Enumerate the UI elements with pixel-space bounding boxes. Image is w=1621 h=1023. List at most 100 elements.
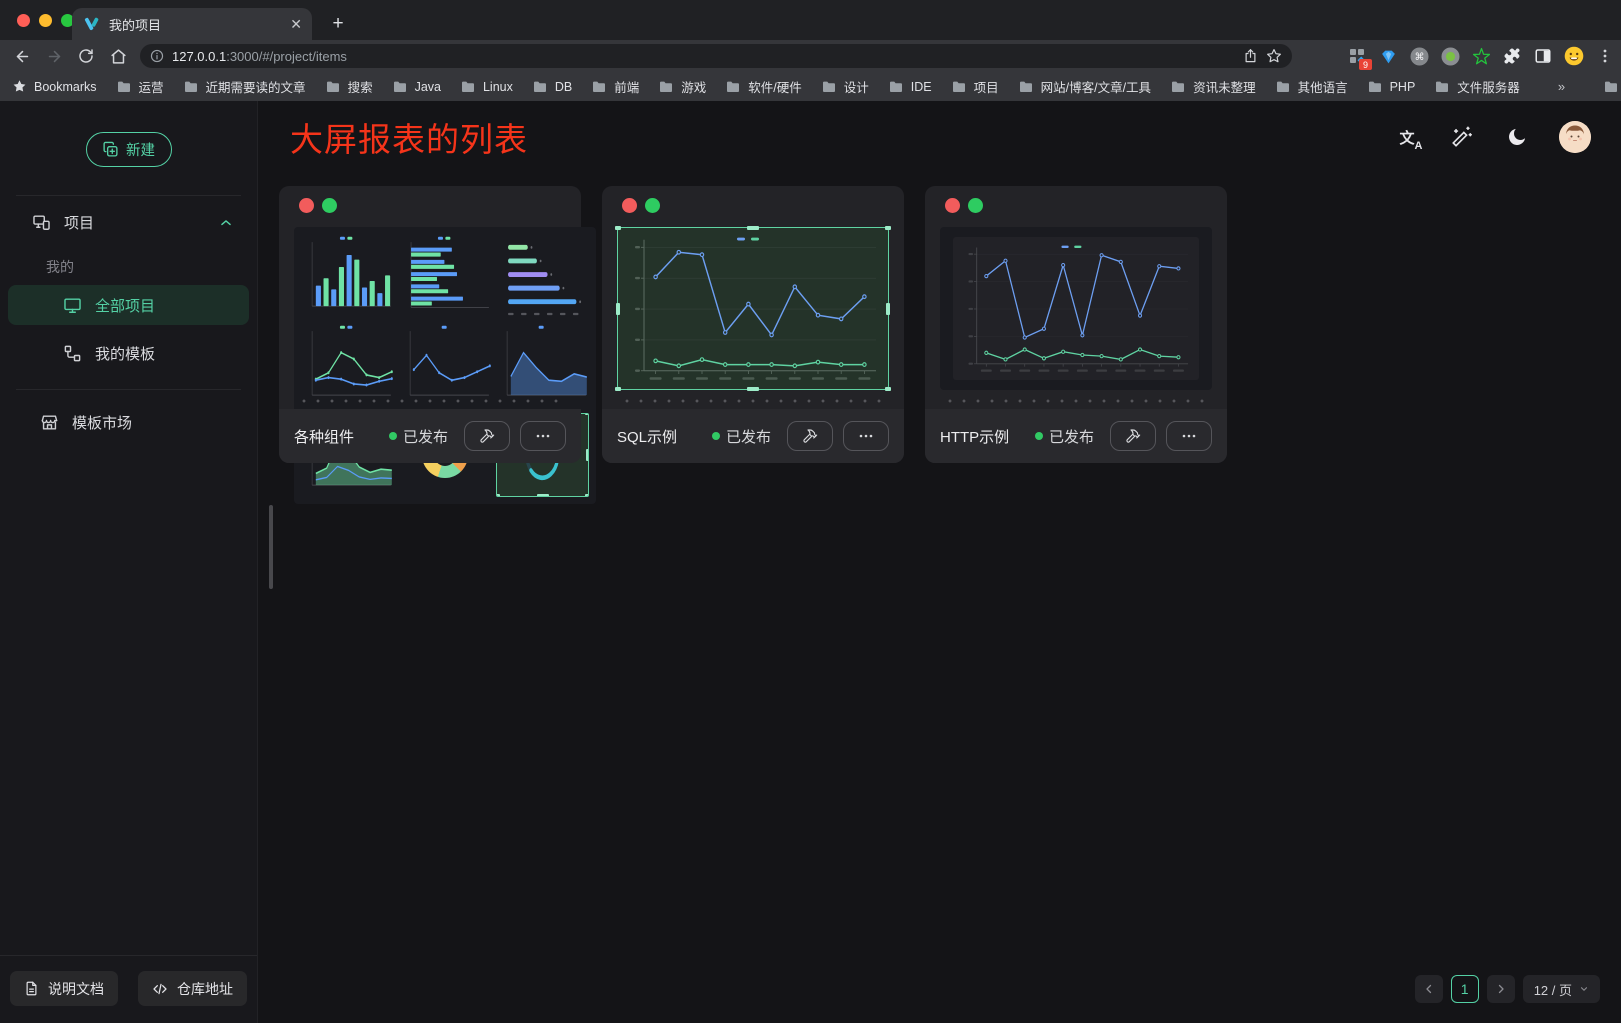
status-dot bbox=[389, 432, 397, 440]
reload-button[interactable] bbox=[72, 42, 100, 70]
bookmark-folder[interactable]: 项目 bbox=[951, 77, 999, 96]
minimize-window-button[interactable] bbox=[39, 14, 52, 27]
url-bar[interactable]: 127.0.0.1:3000/#/project/items bbox=[140, 44, 1292, 68]
share-icon[interactable] bbox=[1243, 48, 1258, 64]
docs-button[interactable]: 说明文档 bbox=[10, 971, 118, 1006]
browser-tab[interactable]: 我的项目 ✕ bbox=[72, 8, 312, 40]
bookmark-folder[interactable]: 资讯未整理 bbox=[1170, 77, 1256, 96]
sidebar-item-my-templates[interactable]: 我的模板 bbox=[8, 333, 249, 373]
sidebar-my-label: 我的 bbox=[46, 257, 257, 277]
bookmark-folder[interactable]: 前端 bbox=[591, 77, 639, 96]
page-size-select[interactable]: 12 / 页 bbox=[1523, 975, 1600, 1003]
sidebar-items: 全部项目我的模板 bbox=[0, 285, 257, 373]
folder-icon bbox=[821, 79, 837, 95]
home-button[interactable] bbox=[104, 42, 132, 70]
bookmark-folder[interactable]: Linux bbox=[460, 77, 513, 96]
selection-handle[interactable] bbox=[747, 226, 759, 230]
other-bookmarks[interactable]: 其他书签 bbox=[1603, 77, 1621, 96]
dark-mode-button[interactable] bbox=[1504, 124, 1530, 150]
bookmark-folder[interactable]: 游戏 bbox=[658, 77, 706, 96]
bookmark-folder[interactable]: DB bbox=[532, 77, 572, 96]
selection-handle[interactable] bbox=[747, 387, 759, 391]
forward-button[interactable] bbox=[40, 42, 68, 70]
language-toggle-button[interactable]: 文A bbox=[1394, 124, 1420, 150]
sidebar-item-template-market[interactable]: 模板市场 bbox=[8, 402, 249, 442]
bookmark-folder[interactable]: 搜索 bbox=[325, 77, 373, 96]
bookmark-folder[interactable]: IDE bbox=[888, 77, 932, 96]
scrollbar-thumb[interactable] bbox=[269, 505, 273, 589]
folder-icon bbox=[532, 79, 548, 95]
bookmark-folder[interactable]: Java bbox=[392, 77, 441, 96]
folder-icon bbox=[725, 79, 741, 95]
recorder-extension-icon[interactable] bbox=[1440, 46, 1460, 66]
bookmark-folder[interactable]: 近期需要读的文章 bbox=[183, 77, 306, 96]
browser-menu-icon[interactable] bbox=[1595, 46, 1615, 66]
bookmarks-bar: Bookmarks 运营 近期需要读的文章 搜索 Java Linux DB 前… bbox=[0, 72, 1621, 101]
extensions-puzzle-icon[interactable] bbox=[1502, 46, 1522, 66]
next-page-button[interactable] bbox=[1487, 975, 1515, 1003]
translate-icon: 文A bbox=[1399, 127, 1414, 148]
scripts-extension-icon[interactable]: 9 bbox=[1347, 46, 1367, 66]
prev-page-button[interactable] bbox=[1415, 975, 1443, 1003]
bookmark-folder[interactable]: 软件/硬件 bbox=[725, 77, 801, 96]
gem-extension-icon[interactable] bbox=[1378, 46, 1398, 66]
bookmarks-overflow-chevron[interactable]: » bbox=[1558, 79, 1565, 94]
bookmark-folder[interactable]: PHP bbox=[1367, 77, 1416, 96]
bookmark-folder[interactable]: 文件服务器 bbox=[1434, 77, 1520, 96]
more-button[interactable] bbox=[843, 421, 889, 451]
selection-handle[interactable] bbox=[615, 226, 621, 230]
selection-handle[interactable] bbox=[616, 303, 620, 315]
project-card-list: 25.00% 各种组件 已发布 SQL示例 已发布 bbox=[279, 186, 1621, 463]
document-icon bbox=[24, 981, 39, 996]
selection-handle[interactable] bbox=[886, 303, 890, 315]
bookmarks-root[interactable]: Bookmarks bbox=[12, 79, 97, 94]
monitor-icon bbox=[63, 296, 82, 315]
bookmark-folder[interactable]: 运营 bbox=[116, 77, 164, 96]
bookmark-folder-list: 运营 近期需要读的文章 搜索 Java Linux DB 前端 游戏 软件/硬件… bbox=[116, 77, 1520, 96]
selection-handle[interactable] bbox=[615, 387, 621, 391]
more-button[interactable] bbox=[520, 421, 566, 451]
vue-devtools-star-icon[interactable] bbox=[1471, 46, 1491, 66]
project-card[interactable]: 25.00% 各种组件 已发布 bbox=[279, 186, 581, 463]
mini-chart-hgrad bbox=[496, 234, 589, 318]
selection-handle[interactable] bbox=[885, 387, 891, 391]
moon-icon bbox=[1506, 126, 1528, 148]
card-dots bbox=[945, 198, 983, 213]
repo-button[interactable]: 仓库地址 bbox=[138, 971, 247, 1006]
close-window-button[interactable] bbox=[17, 14, 30, 27]
edit-button[interactable] bbox=[1110, 421, 1156, 451]
selection-handle[interactable] bbox=[885, 226, 891, 230]
site-info-icon[interactable] bbox=[150, 49, 164, 63]
bookmark-folder-label: 设计 bbox=[844, 77, 869, 96]
project-card[interactable]: SQL示例 已发布 bbox=[602, 186, 904, 463]
status-dot bbox=[1035, 432, 1043, 440]
sidebar-group-project[interactable]: 项目 bbox=[32, 212, 233, 233]
profile-avatar-icon[interactable] bbox=[1564, 46, 1584, 66]
bookmark-folder-label: IDE bbox=[911, 80, 932, 94]
page-number-button[interactable]: 1 bbox=[1451, 975, 1479, 1003]
edit-button[interactable] bbox=[464, 421, 510, 451]
back-button[interactable] bbox=[8, 42, 36, 70]
tab-close-icon[interactable]: ✕ bbox=[290, 17, 302, 31]
pagination: 1 12 / 页 bbox=[1415, 975, 1600, 1003]
repo-button-label: 仓库地址 bbox=[177, 979, 233, 999]
chevron-up-icon[interactable] bbox=[219, 216, 233, 230]
command-extension-icon[interactable]: ⌘ bbox=[1409, 46, 1429, 66]
project-card[interactable]: HTTP示例 已发布 bbox=[925, 186, 1227, 463]
new-project-button[interactable]: 新建 bbox=[86, 132, 172, 167]
status-badge: 已发布 bbox=[1035, 426, 1094, 447]
sidebar-item-all-projects[interactable]: 全部项目 bbox=[8, 285, 249, 325]
red-dot bbox=[622, 198, 637, 213]
theme-color-button[interactable] bbox=[1449, 124, 1475, 150]
status-badge: 已发布 bbox=[712, 426, 771, 447]
page-title: 大屏报表的列表 bbox=[290, 113, 528, 161]
more-button[interactable] bbox=[1166, 421, 1212, 451]
bookmark-folder[interactable]: 其他语言 bbox=[1275, 77, 1348, 96]
side-panel-icon[interactable] bbox=[1533, 46, 1553, 66]
edit-button[interactable] bbox=[787, 421, 833, 451]
user-avatar[interactable] bbox=[1559, 121, 1591, 153]
new-tab-button[interactable]: + bbox=[326, 12, 350, 36]
bookmark-folder[interactable]: 网站/博客/文章/工具 bbox=[1018, 77, 1151, 96]
bookmark-folder[interactable]: 设计 bbox=[821, 77, 869, 96]
bookmark-star-icon[interactable] bbox=[1266, 48, 1282, 64]
